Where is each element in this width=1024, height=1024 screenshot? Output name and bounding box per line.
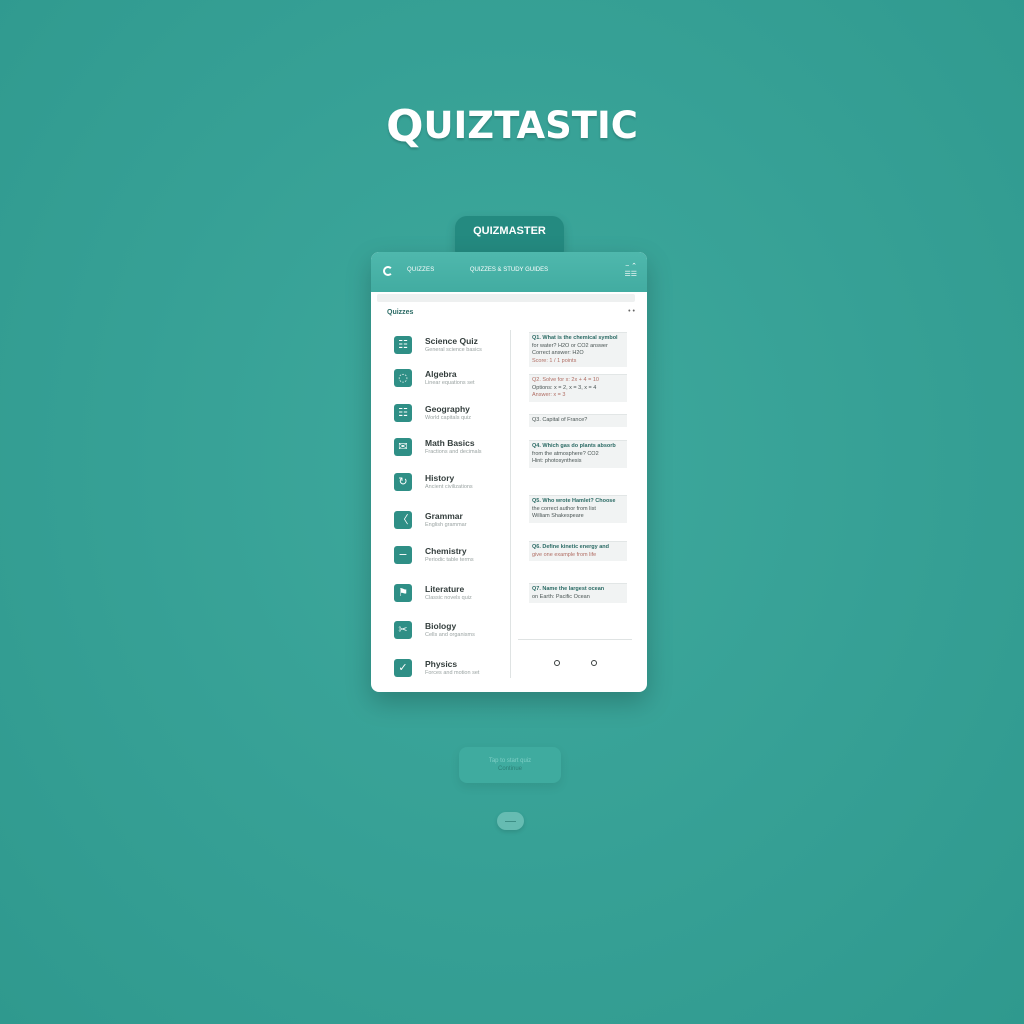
app-logo: QUIZTASTIC bbox=[0, 98, 1024, 152]
menu-toggle-button[interactable] bbox=[497, 812, 524, 830]
quiz-list-item[interactable]: − Chemistry Periodic table terms bbox=[394, 544, 506, 566]
quiz-subtitle: World capitals quiz bbox=[425, 415, 472, 421]
quiz-title: Biology bbox=[425, 621, 457, 631]
quiz-title: Algebra bbox=[425, 369, 457, 379]
footer-divider bbox=[518, 639, 632, 640]
quiz-subtitle: Cells and organisms bbox=[425, 632, 475, 638]
quiz-title: Physics bbox=[425, 659, 458, 669]
quiz-list-item[interactable]: ✉ Math Basics Fractions and decimals bbox=[394, 436, 506, 458]
bubble-icon: ◌ bbox=[394, 369, 412, 387]
question-text: Q3. Capital of France? bbox=[532, 417, 588, 423]
cycle-icon: ↻ bbox=[394, 473, 412, 491]
section-title: Quizzes bbox=[387, 309, 414, 316]
question-text: William Shakespeare bbox=[532, 513, 584, 519]
question-card[interactable]: Q2. Solve for x: 2x + 4 = 10 Options: x =… bbox=[529, 374, 627, 402]
continue-label: Continue bbox=[497, 766, 523, 772]
question-card[interactable]: Q1. What is the chemical symbol for water… bbox=[529, 332, 627, 367]
question-text: the correct author from list bbox=[532, 505, 596, 512]
question-text: Correct answer: H2O bbox=[532, 350, 584, 356]
question-text: Score: 1 / 1 points bbox=[532, 357, 577, 364]
start-quiz-button[interactable]: Tap to start quiz Continue bbox=[459, 747, 561, 783]
question-card[interactable]: Q6. Define kinetic energy and give one ex… bbox=[529, 541, 627, 561]
question-card[interactable]: Q7. Name the largest ocean on Earth: Paci… bbox=[529, 583, 627, 603]
logo-text: UIZTASTIC bbox=[423, 104, 638, 147]
tab-label: QUIZMASTER bbox=[473, 225, 546, 237]
panel-header: QUIZZES QUIZZES & STUDY GUIDES − ⌃ ☰☰ bbox=[371, 252, 647, 292]
quiz-panel: QUIZZES QUIZZES & STUDY GUIDES − ⌃ ☰☰ Qu… bbox=[371, 252, 647, 692]
quiz-subtitle: Classic novels quiz bbox=[425, 595, 472, 601]
question-text: Q6. Define kinetic energy and bbox=[532, 544, 610, 550]
quiz-title: Geography bbox=[425, 404, 470, 414]
question-text: Q2. Solve for x: 2x + 4 = 10 bbox=[532, 377, 599, 383]
header-control-top[interactable]: − ⌃ bbox=[624, 263, 637, 271]
quiz-title: Chemistry bbox=[425, 546, 467, 556]
search-bar[interactable] bbox=[377, 294, 635, 302]
quiz-subtitle: Forces and motion set bbox=[425, 670, 480, 676]
quiz-title: Grammar bbox=[425, 511, 463, 521]
dash-icon: − bbox=[394, 546, 412, 564]
question-text: on Earth: Pacific Ocean bbox=[532, 593, 590, 600]
quiz-subtitle: Ancient civilizations bbox=[425, 484, 473, 490]
column-divider bbox=[510, 330, 511, 678]
quiz-subtitle: Fractions and decimals bbox=[425, 449, 482, 455]
question-text: for water? H2O or CO2 answer bbox=[532, 342, 608, 349]
flag-icon: ⚑ bbox=[394, 584, 412, 602]
refresh-icon[interactable] bbox=[383, 266, 393, 276]
quiz-list-item[interactable]: ☷ Science Quiz General science basics bbox=[394, 334, 506, 356]
section-menu-icon[interactable]: • • bbox=[628, 308, 635, 315]
question-card[interactable]: Q4. Which gas do plants absorb from the a… bbox=[529, 440, 627, 468]
question-text: from the atmosphere? CO2 bbox=[532, 450, 599, 457]
quiz-title: Math Basics bbox=[425, 438, 475, 448]
quiz-subtitle: General science basics bbox=[425, 347, 482, 353]
header-left-label[interactable]: QUIZZES bbox=[407, 267, 434, 273]
quiz-list-item[interactable]: 〈 Grammar English grammar bbox=[394, 509, 506, 531]
quiz-list-item[interactable]: ↻ History Ancient civilizations bbox=[394, 471, 506, 493]
quiz-book-icon: ☷ bbox=[394, 336, 412, 354]
pager-dot-prev[interactable] bbox=[554, 660, 560, 666]
quiz-title: Literature bbox=[425, 584, 465, 594]
question-text: Options: x = 2, x = 3, x = 4 bbox=[532, 384, 597, 391]
start-quiz-label: Tap to start quiz bbox=[488, 758, 532, 764]
quiz-list-item[interactable]: ✓ Physics Forces and motion set bbox=[394, 657, 506, 679]
quiz-title: History bbox=[425, 473, 455, 483]
question-text: give one example from life bbox=[532, 551, 597, 558]
quiz-title: Science Quiz bbox=[425, 336, 478, 346]
question-text: Q1. What is the chemical symbol bbox=[532, 335, 618, 341]
scissors-icon: ✂ bbox=[394, 621, 412, 639]
logo-lead-letter: Q bbox=[386, 101, 424, 152]
question-text: Hint: photosynthesis bbox=[532, 458, 582, 464]
header-controls[interactable]: − ⌃ ☰☰ bbox=[624, 263, 637, 279]
speech-icon: ✉ bbox=[394, 438, 412, 456]
pager-dot-next[interactable] bbox=[591, 660, 597, 666]
quiz-list-item[interactable]: ◌ Algebra Linear equations set bbox=[394, 367, 506, 389]
question-text: Answer: x = 3 bbox=[532, 392, 566, 398]
question-card[interactable]: Q5. Who wrote Hamlet? Choose the correct … bbox=[529, 495, 627, 523]
question-text: Q7. Name the largest ocean bbox=[532, 586, 605, 592]
check-icon: ✓ bbox=[394, 659, 412, 677]
quiz-subtitle: Periodic table terms bbox=[425, 557, 474, 563]
quiz-list-item[interactable]: ☷ Geography World capitals quiz bbox=[394, 402, 506, 424]
tab-quizmaster[interactable]: QUIZMASTER bbox=[455, 216, 564, 256]
question-card[interactable]: Q3. Capital of France? bbox=[529, 414, 627, 427]
quiz-list-item[interactable]: ✂ Biology Cells and organisms bbox=[394, 619, 506, 641]
header-control-bottom[interactable]: ☰☰ bbox=[624, 271, 637, 279]
grid-icon: ☷ bbox=[394, 404, 412, 422]
question-text: Q4. Which gas do plants absorb bbox=[532, 443, 616, 449]
header-title: QUIZZES & STUDY GUIDES bbox=[469, 267, 549, 273]
question-text: Q5. Who wrote Hamlet? Choose bbox=[532, 498, 616, 504]
bracket-icon: 〈 bbox=[394, 511, 412, 529]
quiz-list-item[interactable]: ⚑ Literature Classic novels quiz bbox=[394, 582, 506, 604]
quiz-subtitle: English grammar bbox=[425, 522, 467, 528]
quiz-subtitle: Linear equations set bbox=[425, 380, 475, 386]
